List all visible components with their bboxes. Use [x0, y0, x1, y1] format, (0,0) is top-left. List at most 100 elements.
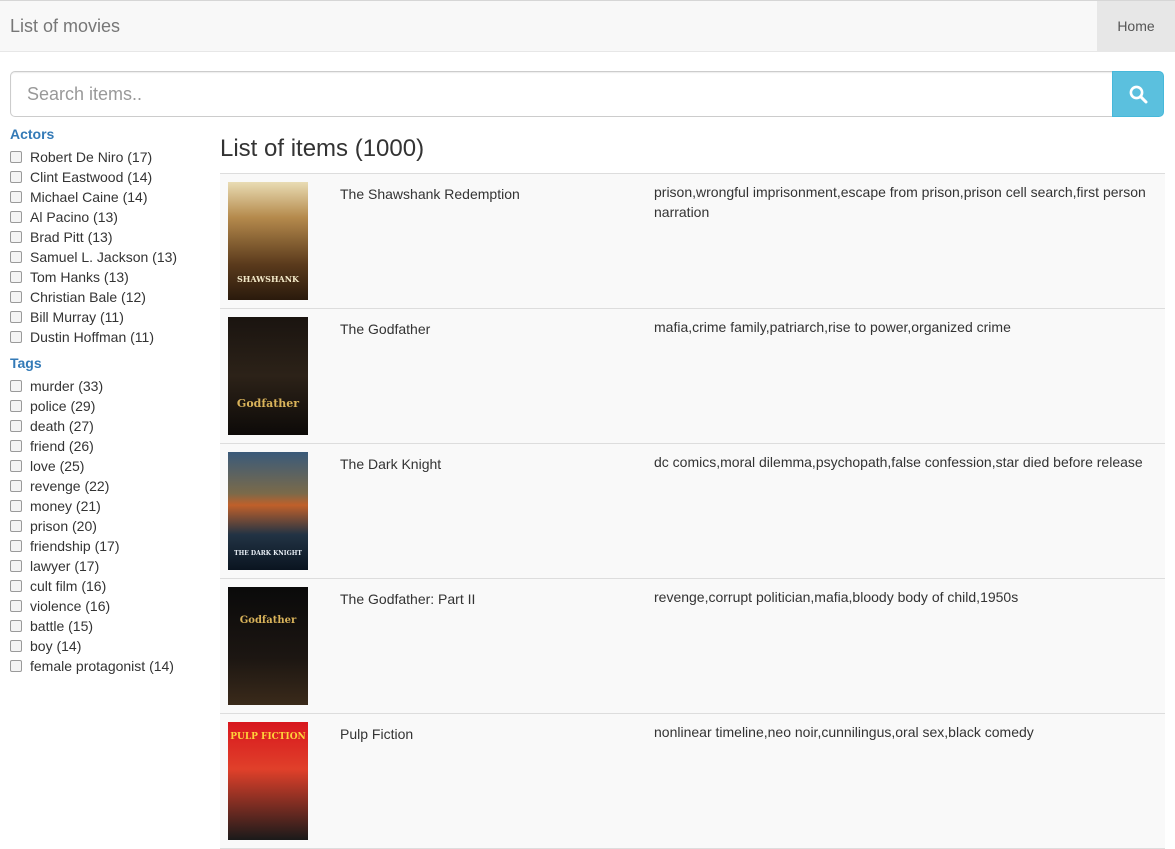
actor-filter-item[interactable]: Christian Bale (12)	[10, 287, 210, 307]
actor-checkbox[interactable]	[10, 151, 22, 163]
tag-filter-item[interactable]: police (29)	[10, 396, 210, 416]
actor-filter-label[interactable]: Clint Eastwood (14)	[30, 167, 152, 187]
actor-checkbox[interactable]	[10, 171, 22, 183]
movie-poster[interactable]: Godfather	[228, 587, 308, 705]
tag-filter-label[interactable]: boy (14)	[30, 636, 81, 656]
tag-filter-item[interactable]: friendship (17)	[10, 536, 210, 556]
tag-filter-item[interactable]: boy (14)	[10, 636, 210, 656]
actor-filter-label[interactable]: Robert De Niro (17)	[30, 147, 152, 167]
actor-filter-item[interactable]: Dustin Hoffman (11)	[10, 327, 210, 347]
actor-filter-item[interactable]: Brad Pitt (13)	[10, 227, 210, 247]
movie-row[interactable]: PULP FICTION Pulp Fiction nonlinear timeli…	[220, 714, 1165, 849]
actor-filter-item[interactable]: Al Pacino (13)	[10, 207, 210, 227]
actor-filter-label[interactable]: Bill Murray (11)	[30, 307, 124, 327]
movie-row[interactable]: Godfather The Godfather mafia,crime family…	[220, 309, 1165, 444]
tag-filter-item[interactable]: murder (33)	[10, 376, 210, 396]
tag-filter-label[interactable]: love (25)	[30, 456, 84, 476]
tag-filter-label[interactable]: friendship (17)	[30, 536, 120, 556]
actor-checkbox[interactable]	[10, 211, 22, 223]
movie-tags: mafia,crime family,patriarch,rise to pow…	[654, 319, 1011, 335]
tag-filter-label[interactable]: lawyer (17)	[30, 556, 99, 576]
actor-filter-item[interactable]: Clint Eastwood (14)	[10, 167, 210, 187]
actor-checkbox[interactable]	[10, 271, 22, 283]
search-input[interactable]	[10, 71, 1113, 117]
tag-filter-label[interactable]: death (27)	[30, 416, 94, 436]
tag-filter-item[interactable]: cult film (16)	[10, 576, 210, 596]
tag-filter-item[interactable]: love (25)	[10, 456, 210, 476]
tag-checkbox[interactable]	[10, 540, 22, 552]
actor-filter-item[interactable]: Samuel L. Jackson (13)	[10, 247, 210, 267]
tag-checkbox[interactable]	[10, 400, 22, 412]
movie-poster[interactable]: THE DARK KNIGHT	[228, 452, 308, 570]
tag-checkbox[interactable]	[10, 520, 22, 532]
actor-filter-label[interactable]: Al Pacino (13)	[30, 207, 118, 227]
tag-filter-label[interactable]: murder (33)	[30, 376, 103, 396]
tag-filter-label[interactable]: violence (16)	[30, 596, 110, 616]
nav-home-link[interactable]: Home	[1097, 1, 1175, 51]
actor-checkbox[interactable]	[10, 231, 22, 243]
movie-title[interactable]: The Dark Knight	[340, 454, 441, 474]
movie-row[interactable]: Godfather The Godfather: Part II revenge,c…	[220, 579, 1165, 714]
actor-checkbox[interactable]	[10, 251, 22, 263]
tag-filter-label[interactable]: money (21)	[30, 496, 101, 516]
actor-checkbox[interactable]	[10, 291, 22, 303]
tag-filter-item[interactable]: female protagonist (14)	[10, 656, 210, 676]
search-button[interactable]	[1112, 71, 1164, 117]
actor-filter-item[interactable]: Michael Caine (14)	[10, 187, 210, 207]
actors-facet-title: Actors	[10, 126, 55, 142]
movie-title[interactable]: Pulp Fiction	[340, 724, 413, 744]
poster-lettering: Godfather	[236, 397, 300, 410]
actor-filter-label[interactable]: Tom Hanks (13)	[30, 267, 129, 287]
tag-filter-item[interactable]: death (27)	[10, 416, 210, 436]
navbar-brand[interactable]: List of movies	[10, 16, 120, 37]
tag-checkbox[interactable]	[10, 480, 22, 492]
movie-row[interactable]: SHAWSHANK The Shawshank Redemption prison,…	[220, 174, 1165, 309]
movie-title[interactable]: The Shawshank Redemption	[340, 184, 520, 204]
actor-filter-item[interactable]: Bill Murray (11)	[10, 307, 210, 327]
tag-filter-label[interactable]: cult film (16)	[30, 576, 106, 596]
tag-checkbox[interactable]	[10, 640, 22, 652]
tag-checkbox[interactable]	[10, 440, 22, 452]
tag-checkbox[interactable]	[10, 460, 22, 472]
actor-checkbox[interactable]	[10, 311, 22, 323]
actor-filter-label[interactable]: Michael Caine (14)	[30, 187, 148, 207]
tag-filter-label[interactable]: battle (15)	[30, 616, 93, 636]
actor-filter-label[interactable]: Dustin Hoffman (11)	[30, 327, 154, 347]
tag-checkbox[interactable]	[10, 420, 22, 432]
tag-filter-item[interactable]: lawyer (17)	[10, 556, 210, 576]
movie-title[interactable]: The Godfather	[340, 319, 430, 339]
tag-checkbox[interactable]	[10, 620, 22, 632]
tag-filter-item[interactable]: revenge (22)	[10, 476, 210, 496]
tag-filter-item[interactable]: prison (20)	[10, 516, 210, 536]
actor-filter-label[interactable]: Brad Pitt (13)	[30, 227, 112, 247]
tag-checkbox[interactable]	[10, 560, 22, 572]
tag-filter-label[interactable]: revenge (22)	[30, 476, 109, 496]
tags-facet-title: Tags	[10, 355, 42, 371]
poster-lettering: THE DARK KNIGHT	[234, 550, 302, 557]
tag-checkbox[interactable]	[10, 380, 22, 392]
movie-row[interactable]: THE DARK KNIGHT The Dark Knight dc comics,…	[220, 444, 1165, 579]
actor-checkbox[interactable]	[10, 331, 22, 343]
tag-filter-item[interactable]: friend (26)	[10, 436, 210, 456]
actor-filter-item[interactable]: Robert De Niro (17)	[10, 147, 210, 167]
tag-filter-item[interactable]: money (21)	[10, 496, 210, 516]
movie-tags: prison,wrongful imprisonment,escape from…	[654, 184, 1146, 220]
movie-poster[interactable]: SHAWSHANK	[228, 182, 308, 300]
actor-filter-label[interactable]: Samuel L. Jackson (13)	[30, 247, 177, 267]
tag-filter-item[interactable]: violence (16)	[10, 596, 210, 616]
movie-poster[interactable]: Godfather	[228, 317, 308, 435]
actor-filter-label[interactable]: Christian Bale (12)	[30, 287, 146, 307]
tag-filter-label[interactable]: friend (26)	[30, 436, 94, 456]
tag-filter-label[interactable]: police (29)	[30, 396, 95, 416]
tag-checkbox[interactable]	[10, 600, 22, 612]
actor-checkbox[interactable]	[10, 191, 22, 203]
tag-filter-label[interactable]: female protagonist (14)	[30, 656, 174, 676]
tag-filter-item[interactable]: battle (15)	[10, 616, 210, 636]
actor-filter-item[interactable]: Tom Hanks (13)	[10, 267, 210, 287]
tag-filter-label[interactable]: prison (20)	[30, 516, 97, 536]
tag-checkbox[interactable]	[10, 580, 22, 592]
movie-poster[interactable]: PULP FICTION	[228, 722, 308, 840]
tag-checkbox[interactable]	[10, 660, 22, 672]
movie-title[interactable]: The Godfather: Part II	[340, 589, 475, 609]
tag-checkbox[interactable]	[10, 500, 22, 512]
